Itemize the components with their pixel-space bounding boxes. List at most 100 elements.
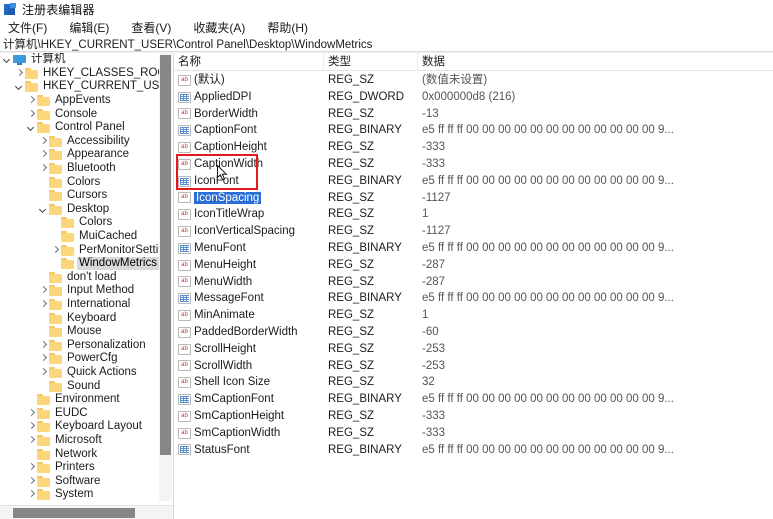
menu-item-edit[interactable]: 编辑(E) [69, 19, 109, 36]
registry-tree[interactable]: 计算机HKEY_CLASSES_ROOTHKEY_CURRENT_USERApp… [0, 53, 160, 501]
chevron-right-icon[interactable] [26, 489, 37, 500]
chevron-right-icon[interactable] [38, 149, 49, 160]
menu-item-file[interactable]: 文件(F) [8, 19, 47, 36]
chevron-right-icon[interactable] [26, 95, 37, 106]
chevron-right-icon[interactable] [26, 421, 37, 432]
column-header-name[interactable]: 名称 [174, 53, 324, 71]
tree-node-quick-actions[interactable]: Quick Actions [0, 366, 160, 380]
registry-values-pane[interactable]: 名称 类型 数据 (默认) REG_SZ (数值未设置) AppliedDPI REG_… [174, 53, 773, 519]
chevron-right-icon[interactable] [26, 435, 37, 446]
chevron-right-icon[interactable] [26, 476, 37, 487]
tree-node-sound[interactable]: Sound [0, 379, 160, 393]
value-row[interactable]: AppliedDPI REG_DWORD 0x000000d8 (216) [174, 89, 773, 106]
tree-node-keyboard-layout[interactable]: Keyboard Layout [0, 420, 160, 434]
chevron-right-icon[interactable] [26, 408, 37, 419]
chevron-right-icon[interactable] [38, 340, 49, 351]
tree-node-[interactable]: 计算机 [0, 53, 160, 67]
value-row[interactable]: IconSpacing REG_SZ -1127 [174, 190, 773, 207]
tree-node-appevents[interactable]: AppEvents [0, 94, 160, 108]
registry-tree-pane[interactable]: 计算机HKEY_CLASSES_ROOTHKEY_CURRENT_USERApp… [0, 53, 174, 519]
tree-node-mouse[interactable]: Mouse [0, 325, 160, 339]
column-header-type[interactable]: 类型 [324, 53, 418, 71]
tree-node-colors[interactable]: Colors [0, 175, 160, 189]
value-row[interactable]: MenuWidth REG_SZ -287 [174, 274, 773, 291]
menu-item-help[interactable]: 帮助(H) [267, 19, 308, 36]
value-row[interactable]: ScrollWidth REG_SZ -253 [174, 358, 773, 375]
value-row[interactable]: MenuHeight REG_SZ -287 [174, 257, 773, 274]
chevron-right-icon[interactable] [38, 285, 49, 296]
column-header-data[interactable]: 数据 [418, 53, 773, 71]
address-bar[interactable]: 计算机\HKEY_CURRENT_USER\Control Panel\Desk… [0, 36, 773, 52]
tree-node-muicached[interactable]: MuiCached [0, 230, 160, 244]
tree-node-international[interactable]: International [0, 298, 160, 312]
tree-node-control-panel[interactable]: Control Panel [0, 121, 160, 135]
value-row[interactable]: (默认) REG_SZ (数值未设置) [174, 72, 773, 89]
tree-node-permonitorsettin[interactable]: PerMonitorSettin [0, 243, 160, 257]
tree-vertical-scrollbar-thumb[interactable] [160, 55, 171, 455]
value-row[interactable]: IconVerticalSpacing REG_SZ -1127 [174, 223, 773, 240]
tree-node-personalization[interactable]: Personalization [0, 338, 160, 352]
chevron-right-icon[interactable] [38, 353, 49, 364]
value-row[interactable]: SmCaptionWidth REG_SZ -333 [174, 425, 773, 442]
tree-node-printers[interactable]: Printers [0, 461, 160, 475]
string-value-icon [178, 108, 191, 120]
menu-item-view[interactable]: 查看(V) [131, 19, 171, 36]
tree-node-eudc[interactable]: EUDC [0, 406, 160, 420]
tree-node-bluetooth[interactable]: Bluetooth [0, 162, 160, 176]
chevron-down-icon[interactable] [38, 204, 49, 215]
chevron-right-icon[interactable] [38, 299, 49, 310]
menu-item-favorites[interactable]: 收藏夹(A) [193, 19, 245, 36]
tree-node-appearance[interactable]: Appearance [0, 148, 160, 162]
tree-node-colors[interactable]: Colors [0, 216, 160, 230]
tree-node-system[interactable]: System [0, 488, 160, 501]
value-row[interactable]: IconTitleWrap REG_SZ 1 [174, 206, 773, 223]
tree-node-cursors[interactable]: Cursors [0, 189, 160, 203]
tree-node-console[interactable]: Console [0, 107, 160, 121]
tree-node-environment[interactable]: Environment [0, 393, 160, 407]
chevron-right-icon[interactable] [38, 163, 49, 174]
value-row[interactable]: SmCaptionHeight REG_SZ -333 [174, 408, 773, 425]
value-row[interactable]: MessageFont REG_BINARY e5 ff ff ff 00 00 0… [174, 290, 773, 307]
tree-node-keyboard[interactable]: Keyboard [0, 311, 160, 325]
tree-node-hkey-classes-root[interactable]: HKEY_CLASSES_ROOT [0, 67, 160, 81]
tree-node-accessibility[interactable]: Accessibility [0, 135, 160, 149]
value-row[interactable]: Shell Icon Size REG_SZ 32 [174, 374, 773, 391]
value-row[interactable]: PaddedBorderWidth REG_SZ -60 [174, 324, 773, 341]
tree-node-network[interactable]: Network [0, 447, 160, 461]
tree-node-desktop[interactable]: Desktop [0, 203, 160, 217]
tree-node-powercfg[interactable]: PowerCfg [0, 352, 160, 366]
value-name-text: StatusFont [194, 443, 250, 456]
chevron-right-icon[interactable] [38, 367, 49, 378]
chevron-right-icon[interactable] [26, 109, 37, 120]
value-data-cell: 1 [422, 309, 429, 322]
value-row[interactable]: CaptionFont REG_BINARY e5 ff ff ff 00 00 0… [174, 122, 773, 139]
value-row[interactable]: StatusFont REG_BINARY e5 ff ff ff 00 00 00… [174, 442, 773, 459]
chevron-right-icon[interactable] [38, 136, 49, 147]
chevron-down-icon[interactable] [14, 81, 25, 92]
value-row[interactable]: BorderWidth REG_SZ -13 [174, 106, 773, 123]
tree-vertical-scrollbar[interactable] [159, 53, 172, 501]
value-row[interactable]: SmCaptionFont REG_BINARY e5 ff ff ff 00 00… [174, 391, 773, 408]
value-name-cell: CaptionWidth [178, 156, 324, 173]
chevron-down-icon[interactable] [2, 54, 13, 65]
tree-node-windowmetrics[interactable]: WindowMetrics [0, 257, 160, 271]
registry-values-list[interactable]: (默认) REG_SZ (数值未设置) AppliedDPI REG_DWORD 0x00… [174, 72, 773, 519]
value-row[interactable]: MinAnimate REG_SZ 1 [174, 307, 773, 324]
tree-node-software[interactable]: Software [0, 474, 160, 488]
value-row[interactable]: ScrollHeight REG_SZ -253 [174, 341, 773, 358]
tree-node-don-t-load[interactable]: don't load [0, 271, 160, 285]
tree-node-microsoft[interactable]: Microsoft [0, 434, 160, 448]
value-row[interactable]: CaptionHeight REG_SZ -333 [174, 139, 773, 156]
tree-horizontal-scrollbar-thumb[interactable] [13, 508, 135, 518]
chevron-right-icon[interactable] [26, 462, 37, 473]
folder-icon [37, 407, 50, 419]
value-row[interactable]: MenuFont REG_BINARY e5 ff ff ff 00 00 00 0… [174, 240, 773, 257]
tree-node-input-method[interactable]: Input Method [0, 284, 160, 298]
chevron-right-icon[interactable] [50, 245, 61, 256]
tree-node-hkey-current-user[interactable]: HKEY_CURRENT_USER [0, 80, 160, 94]
value-row[interactable]: IconFont REG_BINARY e5 ff ff ff 00 00 00 0… [174, 173, 773, 190]
chevron-down-icon[interactable] [26, 122, 37, 133]
chevron-right-icon[interactable] [14, 68, 25, 79]
tree-horizontal-scrollbar[interactable] [0, 505, 173, 519]
value-row[interactable]: CaptionWidth REG_SZ -333 [174, 156, 773, 173]
